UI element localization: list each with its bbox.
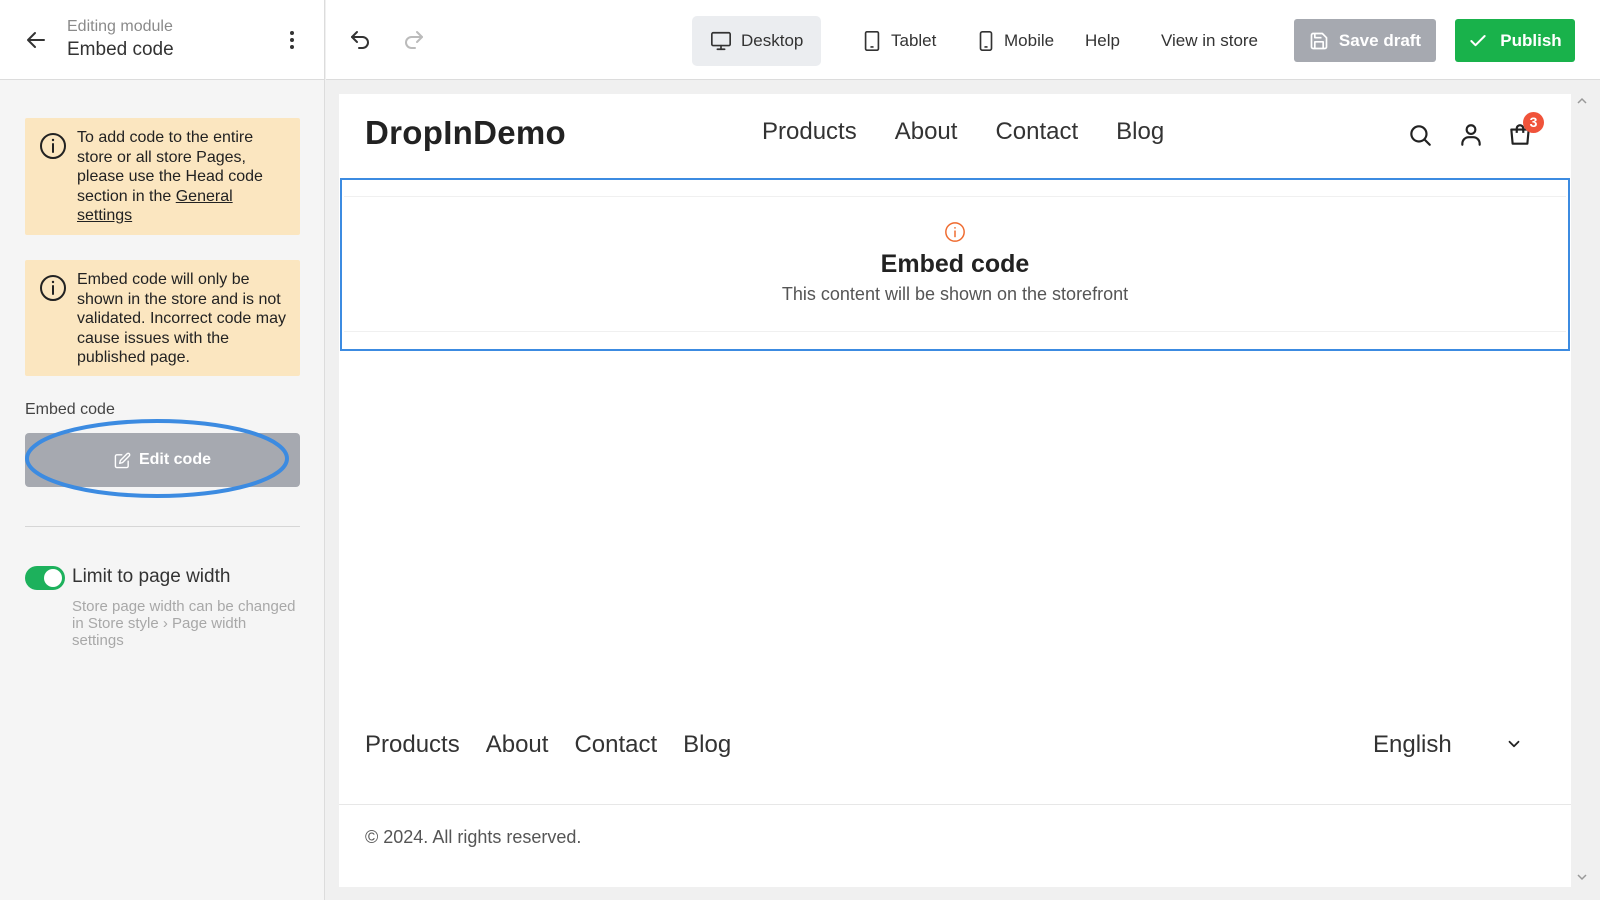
save-icon	[1310, 32, 1328, 49]
panel-title: Embed code	[67, 39, 174, 60]
notice-text: To add code to the entire store or all s…	[77, 129, 263, 205]
store-preview: DropInDemo Products About Contact Blog 3…	[339, 94, 1571, 887]
nav-products[interactable]: Products	[762, 118, 857, 146]
panel-subtitle: Editing module	[67, 18, 173, 35]
footer-products[interactable]: Products	[365, 731, 460, 759]
validation-notice: Embed code will only be shown in the sto…	[25, 260, 300, 376]
language-value: English	[1373, 731, 1452, 758]
redo-icon[interactable]	[402, 28, 426, 52]
store-header-nav: Products About Contact Blog	[762, 118, 1164, 146]
footer-nav: Products About Contact Blog	[365, 731, 731, 759]
publish-label: Publish	[1500, 30, 1562, 50]
tab-label: Desktop	[741, 31, 804, 50]
info-icon	[40, 275, 66, 301]
tab-label: Mobile	[1004, 31, 1055, 50]
help-link[interactable]: Help	[1085, 31, 1120, 51]
checkmark-icon	[1470, 34, 1486, 46]
edit-icon	[114, 452, 131, 468]
panel-header: Editing module Embed code	[0, 0, 324, 80]
undo-icon[interactable]	[348, 28, 372, 52]
tab-tablet[interactable]: Tablet	[844, 16, 954, 66]
search-icon[interactable]	[1407, 122, 1433, 148]
footer-blog[interactable]: Blog	[683, 731, 731, 759]
tab-label: Tablet	[891, 31, 937, 50]
save-draft-label: Save draft	[1338, 30, 1422, 50]
toggle-hint: Store page width can be changed in Store…	[72, 598, 296, 649]
toggle-knob	[44, 569, 62, 587]
embed-title: Embed code	[880, 250, 1030, 278]
edit-code-label: Edit code	[138, 451, 211, 468]
embed-subtitle: This content will be shown on the storef…	[781, 284, 1129, 304]
kebab-menu-icon[interactable]	[284, 28, 300, 52]
user-icon[interactable]	[1458, 122, 1484, 148]
nav-about[interactable]: About	[895, 118, 958, 146]
chevron-down-icon	[1508, 740, 1520, 748]
view-in-store-link[interactable]: View in store	[1161, 31, 1258, 51]
scroll-up-arrow-icon[interactable]	[1576, 96, 1588, 106]
embed-code-label: Embed code	[25, 401, 115, 418]
notice-text: Embed code will only be shown in the sto…	[77, 271, 286, 366]
tablet-icon	[864, 31, 880, 51]
info-icon	[945, 222, 965, 242]
top-toolbar: Desktop Tablet Mobile Help View in store…	[326, 0, 1600, 80]
footer-contact[interactable]: Contact	[574, 731, 657, 759]
mobile-icon	[979, 31, 993, 51]
edit-code-button[interactable]: Edit code	[25, 433, 300, 487]
embed-placeholder: Embed code This content will be shown on…	[344, 196, 1566, 332]
tab-mobile[interactable]: Mobile	[959, 16, 1072, 66]
tab-desktop[interactable]: Desktop	[692, 16, 822, 66]
language-select[interactable]: English	[1373, 731, 1523, 765]
scroll-down-arrow-icon[interactable]	[1576, 872, 1588, 882]
desktop-icon	[711, 31, 731, 51]
panel-divider	[25, 526, 300, 527]
nav-blog[interactable]: Blog	[1116, 118, 1164, 146]
store-logo[interactable]: DropInDemo	[365, 114, 566, 152]
publish-button[interactable]: Publish	[1455, 19, 1575, 62]
toggle-label: Limit to page width	[72, 566, 231, 587]
info-icon	[40, 133, 66, 159]
head-code-notice: To add code to the entire store or all s…	[25, 118, 300, 235]
cart-count-badge: 3	[1523, 112, 1544, 133]
save-draft-button[interactable]: Save draft	[1294, 19, 1436, 62]
module-editor-panel: Editing module Embed code To add code to…	[0, 0, 325, 900]
footer-divider	[339, 804, 1571, 805]
copyright-text: © 2024. All rights reserved.	[365, 827, 582, 847]
nav-contact[interactable]: Contact	[995, 118, 1078, 146]
embed-code-block[interactable]: Embed code This content will be shown on…	[340, 178, 1570, 351]
footer-about[interactable]: About	[486, 731, 549, 759]
back-arrow-icon[interactable]	[24, 28, 48, 52]
limit-width-toggle[interactable]	[25, 566, 65, 590]
